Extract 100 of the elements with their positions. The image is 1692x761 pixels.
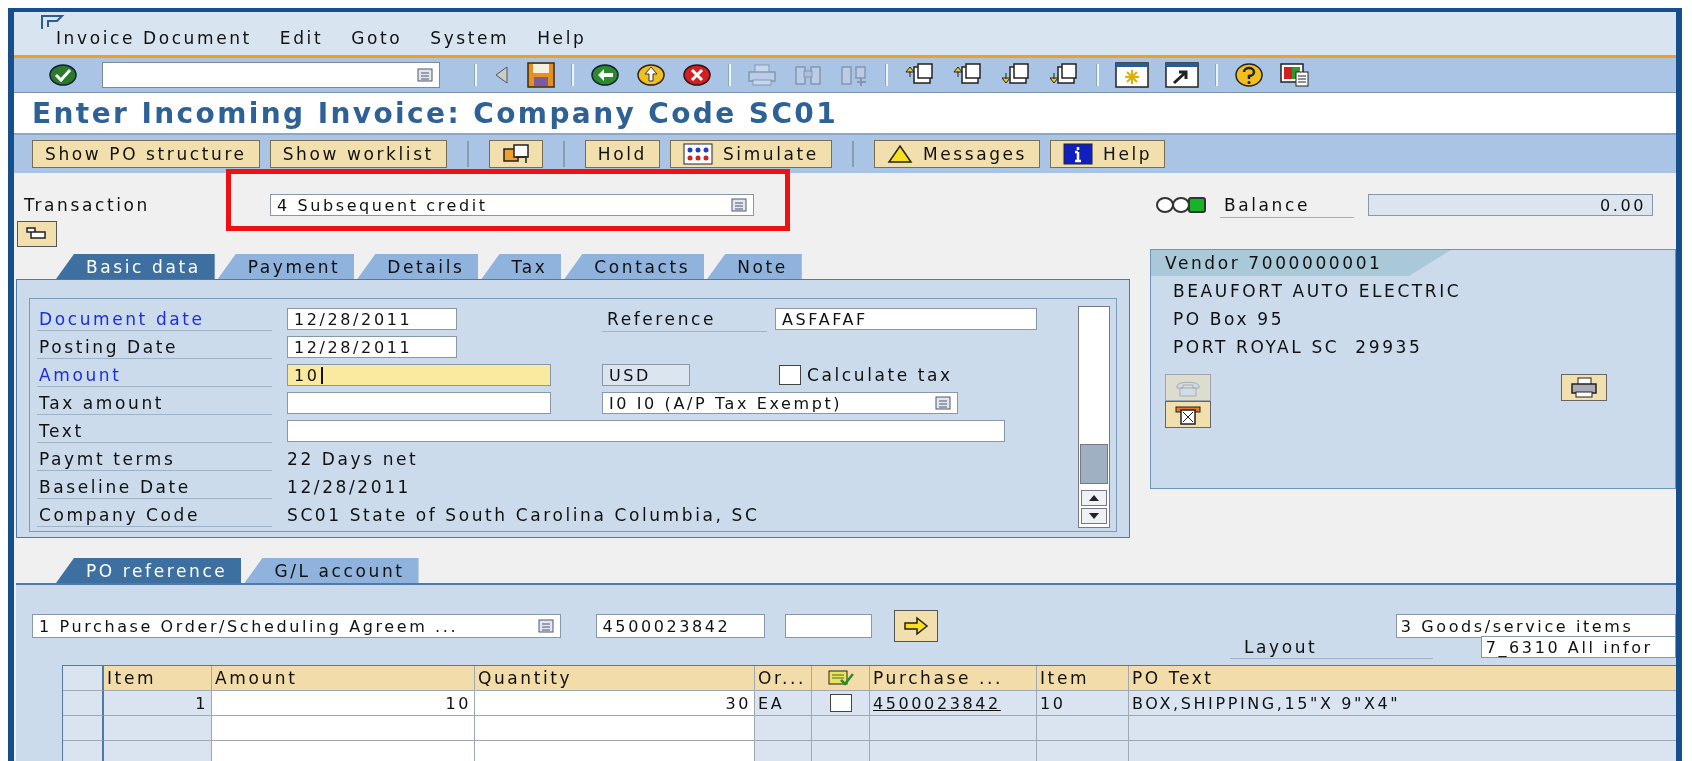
input-field[interactable]: [287, 420, 1005, 442]
column-header[interactable]: Item: [104, 666, 212, 691]
field-value: 22 Days net: [287, 449, 419, 469]
structure-button[interactable]: [488, 140, 543, 168]
table-cell: [755, 741, 812, 761]
field-label: Company Code: [37, 503, 272, 527]
tab[interactable]: Tax: [481, 254, 562, 279]
checkbox[interactable]: [779, 365, 801, 385]
menu-item[interactable]: Invoice Document: [56, 28, 252, 48]
menu-item[interactable]: Edit: [279, 28, 324, 48]
print-button[interactable]: [1561, 374, 1607, 401]
info-icon: [1063, 143, 1094, 165]
document-check-icon[interactable]: [826, 668, 855, 688]
right-arrow-icon: [901, 616, 930, 636]
table-cell: EA: [755, 691, 812, 716]
column-header[interactable]: Amount: [212, 666, 475, 691]
field-value: 12/28/2011: [287, 477, 411, 497]
fax-icon: [1174, 403, 1202, 426]
check-icon[interactable]: [48, 63, 78, 87]
next-page-icon[interactable]: [1000, 63, 1032, 87]
monitor-icon[interactable]: [1280, 62, 1310, 88]
document-type-dropdown[interactable]: 1 Purchase Order/Scheduling Agreem ...: [32, 614, 561, 638]
row-selector[interactable]: [63, 716, 104, 741]
field-label: Text: [37, 419, 272, 443]
currency-field: USD: [602, 364, 690, 386]
menu-item[interactable]: System: [430, 28, 510, 48]
input-field[interactable]: 12/28/2011: [287, 336, 457, 358]
address-line: BEAUFORT AUTO ELECTRIC: [1172, 280, 1463, 303]
column-header[interactable]: Quantity: [475, 666, 755, 691]
tab[interactable]: Details: [357, 254, 479, 279]
new-window-icon[interactable]: [1115, 62, 1149, 88]
field-label: Amount: [37, 363, 272, 387]
tax-code-dropdown[interactable]: I0 I0 (A/P Tax Exempt): [602, 392, 958, 414]
stacked-windows-icon: [501, 143, 530, 165]
input-field[interactable]: 10: [287, 364, 551, 386]
address-line: PORT ROYAL SC 29935: [1172, 336, 1424, 359]
dropdown-icon[interactable]: [537, 619, 554, 633]
tab[interactable]: Contacts: [564, 254, 705, 279]
warning-icon: [886, 144, 913, 164]
toolbar-button[interactable]: Show worklist: [269, 140, 447, 168]
toolbar-button[interactable]: Hold: [584, 140, 660, 168]
screen-title: Enter Incoming Invoice: Company Code SC01: [32, 96, 839, 130]
header-toggle-button[interactable]: [17, 221, 57, 247]
field-label: Baseline Date: [37, 475, 272, 499]
menu-item[interactable]: Help: [537, 28, 587, 48]
field-label: Paymt terms: [37, 447, 272, 471]
column-header[interactable]: Or...: [755, 666, 812, 691]
transaction-dropdown[interactable]: 4 Subsequent credit: [270, 194, 754, 216]
layout-field[interactable]: 7_6310 All infor: [1480, 636, 1676, 658]
item-selection-field[interactable]: 3 Goods/service items: [1395, 614, 1676, 638]
menu-item[interactable]: Goto: [351, 28, 403, 48]
shortcut-icon[interactable]: [1165, 62, 1199, 88]
toolbar-button[interactable]: Messages: [873, 140, 1041, 168]
field-label: Transaction: [23, 195, 151, 215]
tab[interactable]: Note: [707, 254, 802, 279]
tab[interactable]: Payment: [217, 254, 355, 279]
input-field[interactable]: 4500023842: [595, 614, 765, 638]
input-field[interactable]: ASFAFAF: [775, 308, 1037, 330]
first-page-icon[interactable]: [904, 63, 936, 87]
row-selector[interactable]: [63, 741, 104, 761]
scroll-up-icon[interactable]: [1081, 490, 1107, 506]
command-field[interactable]: [102, 62, 440, 88]
column-header[interactable]: Item: [1037, 666, 1129, 691]
scroll-thumb[interactable]: [1080, 444, 1108, 484]
input-field[interactable]: 12/28/2011: [287, 308, 457, 330]
table-cell: 10: [1037, 691, 1129, 716]
toolbar-button[interactable]: Show PO structure: [32, 140, 260, 168]
table-corner[interactable]: [63, 666, 104, 691]
printer-icon: [1570, 376, 1598, 399]
table-cell: BOX,SHIPPING,15"X 9"X4": [1129, 691, 1676, 716]
fax-button[interactable]: [1165, 401, 1211, 428]
input-field[interactable]: [784, 614, 873, 638]
field-label: Posting Date: [37, 335, 272, 359]
column-header[interactable]: Purchase ...: [870, 666, 1037, 691]
previous-page-icon[interactable]: [952, 63, 984, 87]
column-header[interactable]: PO Text: [1129, 666, 1676, 691]
table-cell[interactable]: 10: [212, 691, 475, 716]
system-menu-icon[interactable]: [40, 14, 66, 30]
row-selector[interactable]: [63, 691, 104, 716]
field-label: Reference: [602, 306, 767, 332]
scroll-down-icon[interactable]: [1081, 508, 1107, 524]
field-label: Layout: [1230, 635, 1433, 659]
tab[interactable]: Basic data: [56, 254, 215, 279]
help-icon[interactable]: [1234, 62, 1264, 88]
table-cell[interactable]: 30: [475, 691, 755, 716]
input-field[interactable]: [287, 392, 551, 414]
toolbar-button[interactable]: Help: [1050, 140, 1166, 168]
last-page-icon[interactable]: [1048, 63, 1080, 87]
po-number-link[interactable]: 4500023842: [873, 690, 1001, 716]
apply-button[interactable]: [894, 610, 938, 642]
field-value: SC01 State of South Carolina Columbia, SC: [287, 505, 760, 525]
dots-grid-icon: [682, 143, 713, 165]
address-line: PO Box 95: [1172, 308, 1286, 331]
field-label: Tax amount: [37, 391, 272, 415]
tab[interactable]: PO reference: [56, 558, 242, 583]
cancel-icon[interactable]: [682, 63, 712, 87]
tab[interactable]: G/L account: [244, 558, 419, 583]
toolbar-button[interactable]: Simulate: [669, 140, 832, 168]
checkbox[interactable]: [829, 694, 852, 712]
triangle-icon[interactable]: [493, 65, 511, 85]
